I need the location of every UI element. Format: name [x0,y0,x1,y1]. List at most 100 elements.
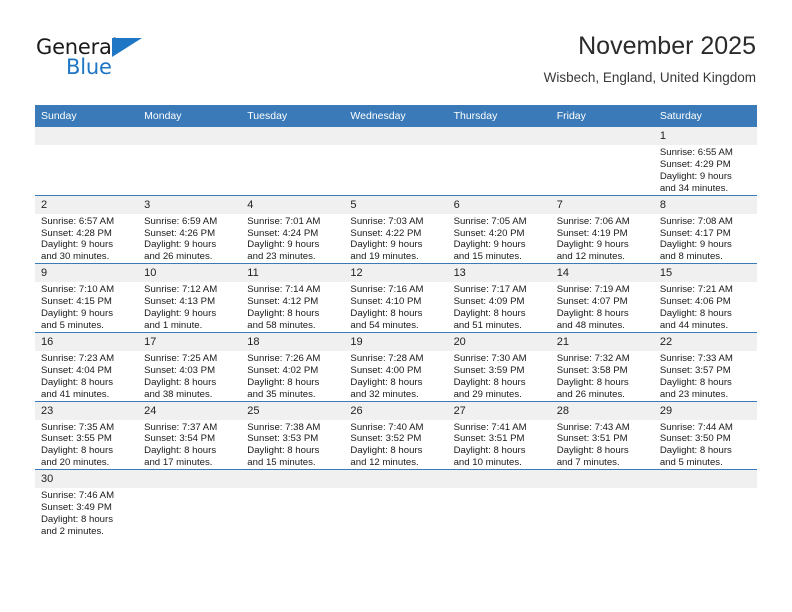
day-cell[interactable]: 24 Sunrise: 7:37 AM Sunset: 3:54 PM Dayligh… [138,400,242,470]
day-sunrise-text: Sunrise: 7:01 AM [247,215,321,227]
day-sunset-text: Sunset: 4:29 PM [659,158,731,170]
day-daylight-text: Daylight: 9 hours [556,239,629,251]
day-number [241,127,345,145]
day-sun-info: Sunrise: 7:21 AM Sunset: 4:06 PM Daylight:… [654,282,757,332]
day-number [447,470,551,489]
day-number: 13 [447,264,551,283]
page-title: November 2025 [578,32,756,60]
day-daylight-text: Daylight: 9 hours [247,239,320,251]
day-cell[interactable]: 14 Sunrise: 7:19 AM Sunset: 4:07 PM Dayligh… [550,263,654,333]
calendar-week-row: 2 Sunrise: 6:57 AM Sunset: 4:28 PM Daylight… [35,194,757,264]
day-daylight-text: Daylight: 8 hours [453,445,526,457]
day-number: 4 [241,195,345,214]
day-cell[interactable]: 5 Sunrise: 7:03 AM Sunset: 4:22 PM Daylight… [344,194,448,264]
day-sunset-text: Sunset: 3:49 PM [41,502,112,514]
day-daylight-text: and 51 minutes. [453,319,522,331]
day-cell[interactable]: 21 Sunrise: 7:32 AM Sunset: 3:58 PM Dayligh… [550,331,654,401]
day-sun-info: Sunrise: 7:03 AM Sunset: 4:22 PM Daylight:… [344,214,447,264]
day-sunrise-text: Sunrise: 7:46 AM [41,490,115,502]
day-cell-empty [447,127,551,195]
day-daylight-text: Daylight: 9 hours [41,308,113,320]
day-sunset-text: Sunset: 4:12 PM [247,296,319,308]
day-sun-info: Sunrise: 7:12 AM Sunset: 4:13 PM Daylight:… [138,282,241,332]
day-cell[interactable]: 17 Sunrise: 7:25 AM Sunset: 4:03 PM Dayligh… [138,331,242,401]
day-sunset-text: Sunset: 4:00 PM [350,364,422,376]
day-number [653,470,757,489]
day-number [344,127,448,145]
day-daylight-text: and 10 minutes. [453,457,522,469]
day-cell[interactable]: 23 Sunrise: 7:35 AM Sunset: 3:55 PM Dayligh… [35,400,139,470]
day-daylight-text: Daylight: 9 hours [144,308,217,320]
day-cell[interactable]: 19 Sunrise: 7:28 AM Sunset: 4:00 PM Dayligh… [344,331,448,401]
day-sunrise-text: Sunrise: 7:14 AM [247,284,321,296]
day-daylight-text: Daylight: 9 hours [41,239,113,251]
day-daylight-text: and 23 minutes. [247,251,316,263]
day-number: 28 [550,401,654,420]
day-sunrise-text: Sunrise: 6:59 AM [144,215,218,227]
day-sunrise-text: Sunrise: 7:05 AM [453,215,527,227]
day-number: 19 [344,332,448,351]
day-number: 23 [35,401,139,420]
day-sunrise-text: Sunrise: 7:28 AM [350,352,424,364]
day-cell[interactable]: 16 Sunrise: 7:23 AM Sunset: 4:04 PM Dayligh… [35,331,139,401]
day-daylight-text: Daylight: 9 hours [350,239,423,251]
day-daylight-text: Daylight: 8 hours [247,445,320,457]
day-cell[interactable]: 18 Sunrise: 7:26 AM Sunset: 4:02 PM Dayligh… [241,331,345,401]
day-cell[interactable]: 6 Sunrise: 7:05 AM Sunset: 4:20 PM Daylight… [447,194,551,264]
day-cell[interactable]: 29 Sunrise: 7:44 AM Sunset: 3:50 PM Dayligh… [653,400,757,470]
day-cell[interactable]: 8 Sunrise: 7:08 AM Sunset: 4:17 PM Daylight… [653,194,757,264]
day-sunrise-text: Sunrise: 7:03 AM [350,215,424,227]
day-cell[interactable]: 12 Sunrise: 7:16 AM Sunset: 4:10 PM Dayligh… [344,263,448,333]
calendar-week-row: 16 Sunrise: 7:23 AM Sunset: 4:04 PM Dayligh… [35,331,757,401]
day-cell[interactable]: 11 Sunrise: 7:14 AM Sunset: 4:12 PM Dayligh… [241,263,345,333]
day-number: 1 [653,127,757,145]
day-cell[interactable]: 25 Sunrise: 7:38 AM Sunset: 3:53 PM Dayligh… [241,400,345,470]
day-cell[interactable]: 3 Sunrise: 6:59 AM Sunset: 4:26 PM Daylight… [138,194,242,264]
day-cell[interactable]: 4 Sunrise: 7:01 AM Sunset: 4:24 PM Daylight… [241,194,345,264]
day-cell[interactable]: 22 Sunrise: 7:33 AM Sunset: 3:57 PM Dayligh… [653,331,757,401]
day-cell[interactable]: 26 Sunrise: 7:40 AM Sunset: 3:52 PM Dayligh… [344,400,448,470]
day-sunset-text: Sunset: 4:20 PM [453,227,525,239]
day-daylight-text: and 41 minutes. [41,388,110,400]
day-sunset-text: Sunset: 4:13 PM [144,296,216,308]
day-sun-info: Sunrise: 7:40 AM Sunset: 3:52 PM Daylight:… [344,420,447,470]
day-daylight-text: and 29 minutes. [453,388,522,400]
day-daylight-text: and 8 minutes. [659,251,723,263]
day-sun-info: Sunrise: 7:08 AM Sunset: 4:17 PM Daylight:… [654,214,757,264]
day-sunset-text: Sunset: 3:51 PM [453,433,525,445]
day-cell[interactable]: 1 Sunrise: 6:55 AM Sunset: 4:29 PM Daylight… [653,127,757,195]
day-daylight-text: and 7 minutes. [556,457,620,469]
day-cell[interactable]: 9 Sunrise: 7:10 AM Sunset: 4:15 PM Daylight… [35,263,139,333]
day-cell[interactable]: 10 Sunrise: 7:12 AM Sunset: 4:13 PM Dayligh… [138,263,242,333]
day-cell[interactable]: 20 Sunrise: 7:30 AM Sunset: 3:59 PM Dayligh… [447,331,551,401]
day-cell-empty [550,469,654,538]
day-daylight-text: and 15 minutes. [247,457,316,469]
day-cell[interactable]: 27 Sunrise: 7:41 AM Sunset: 3:51 PM Dayligh… [447,400,551,470]
day-daylight-text: Daylight: 8 hours [350,376,423,388]
day-cell[interactable]: 28 Sunrise: 7:43 AM Sunset: 3:51 PM Dayligh… [550,400,654,470]
day-daylight-text: and 5 minutes. [41,319,104,331]
day-sun-info: Sunrise: 6:59 AM Sunset: 4:26 PM Daylight:… [138,214,241,264]
weekday-header-friday: Friday [550,105,654,127]
calendar-page: General Blue November 2025 Wisbech, Engl… [0,0,792,612]
day-daylight-text: Daylight: 8 hours [556,445,629,457]
weekday-header-wednesday: Wednesday [344,105,448,127]
day-cell[interactable]: 13 Sunrise: 7:17 AM Sunset: 4:09 PM Dayligh… [447,263,551,333]
day-sun-info: Sunrise: 7:32 AM Sunset: 3:58 PM Daylight:… [551,351,654,401]
day-number: 3 [138,195,242,214]
day-number [138,470,242,489]
day-cell[interactable]: 2 Sunrise: 6:57 AM Sunset: 4:28 PM Daylight… [35,194,139,264]
day-daylight-text: Daylight: 9 hours [659,239,732,251]
day-sunrise-text: Sunrise: 7:10 AM [41,284,115,296]
day-number: 12 [344,264,448,283]
day-daylight-text: and 32 minutes. [350,388,419,400]
day-cell[interactable]: 7 Sunrise: 7:06 AM Sunset: 4:19 PM Daylight… [550,194,654,264]
day-cell[interactable]: 15 Sunrise: 7:21 AM Sunset: 4:06 PM Dayligh… [653,263,757,333]
day-sun-info: Sunrise: 7:30 AM Sunset: 3:59 PM Daylight:… [448,351,551,401]
day-number: 24 [138,401,242,420]
day-number: 15 [653,264,757,283]
day-sun-info: Sunrise: 7:35 AM Sunset: 3:55 PM Daylight:… [35,420,138,470]
day-cell-empty [138,127,242,195]
day-cell[interactable]: 30 Sunrise: 7:46 AM Sunset: 3:49 PM Dayligh… [35,469,139,538]
calendar-week-row: 9 Sunrise: 7:10 AM Sunset: 4:15 PM Daylight… [35,263,757,333]
